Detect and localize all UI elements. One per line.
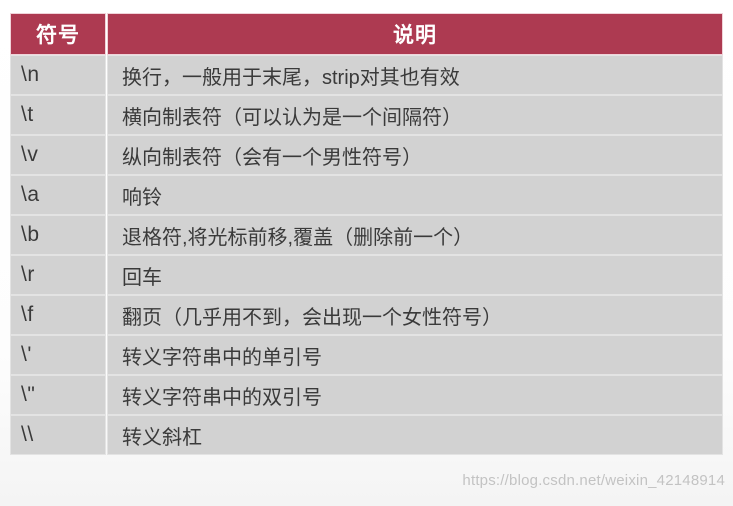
table-row: \v 纵向制表符（会有一个男性符号） [11,136,722,174]
table-row: \t 横向制表符（可以认为是一个间隔符） [11,96,722,134]
table-row: \r 回车 [11,256,722,294]
table-row: \\ 转义斜杠 [11,416,722,454]
column-header-symbol: 符号 [11,14,105,54]
cell-description: 响铃 [108,176,722,214]
table-row: \a 响铃 [11,176,722,214]
cell-symbol: \b [11,216,105,254]
cell-description: 翻页（几乎用不到，会出现一个女性符号） [108,296,722,334]
watermark-text: https://blog.csdn.net/weixin_42148914 [462,472,725,489]
page-root: 符号 说明 \n 换行，一般用于末尾，strip对其也有效 \t 横向制表符（可以认为… [0,0,733,506]
cell-symbol: \n [11,56,105,94]
cell-description: 纵向制表符（会有一个男性符号） [108,136,722,174]
cell-symbol: \' [11,336,105,374]
table-header: 符号 说明 [11,14,722,54]
table-row: \' 转义字符串中的单引号 [11,336,722,374]
table-row: \" 转义字符串中的双引号 [11,376,722,414]
cell-description: 回车 [108,256,722,294]
cell-symbol: \\ [11,416,105,454]
cell-description: 换行，一般用于末尾，strip对其也有效 [108,56,722,94]
cell-description: 转义斜杠 [108,416,722,454]
cell-description: 转义字符串中的双引号 [108,376,722,414]
cell-symbol: \r [11,256,105,294]
cell-description: 横向制表符（可以认为是一个间隔符） [108,96,722,134]
table-body: \n 换行，一般用于末尾，strip对其也有效 \t 横向制表符（可以认为是一个间隔符… [11,56,722,454]
cell-symbol: \f [11,296,105,334]
cell-description: 转义字符串中的单引号 [108,336,722,374]
table-row: \n 换行，一般用于末尾，strip对其也有效 [11,56,722,94]
cell-symbol: \t [11,96,105,134]
cell-description: 退格符,将光标前移,覆盖（删除前一个） [108,216,722,254]
cell-symbol: \a [11,176,105,214]
escape-characters-table: 符号 说明 \n 换行，一般用于末尾，strip对其也有效 \t 横向制表符（可以认为… [8,12,725,456]
column-header-description: 说明 [108,14,722,54]
table-row: \f 翻页（几乎用不到，会出现一个女性符号） [11,296,722,334]
cell-symbol: \" [11,376,105,414]
table-header-row: 符号 说明 [11,14,722,54]
table-row: \b 退格符,将光标前移,覆盖（删除前一个） [11,216,722,254]
cell-symbol: \v [11,136,105,174]
